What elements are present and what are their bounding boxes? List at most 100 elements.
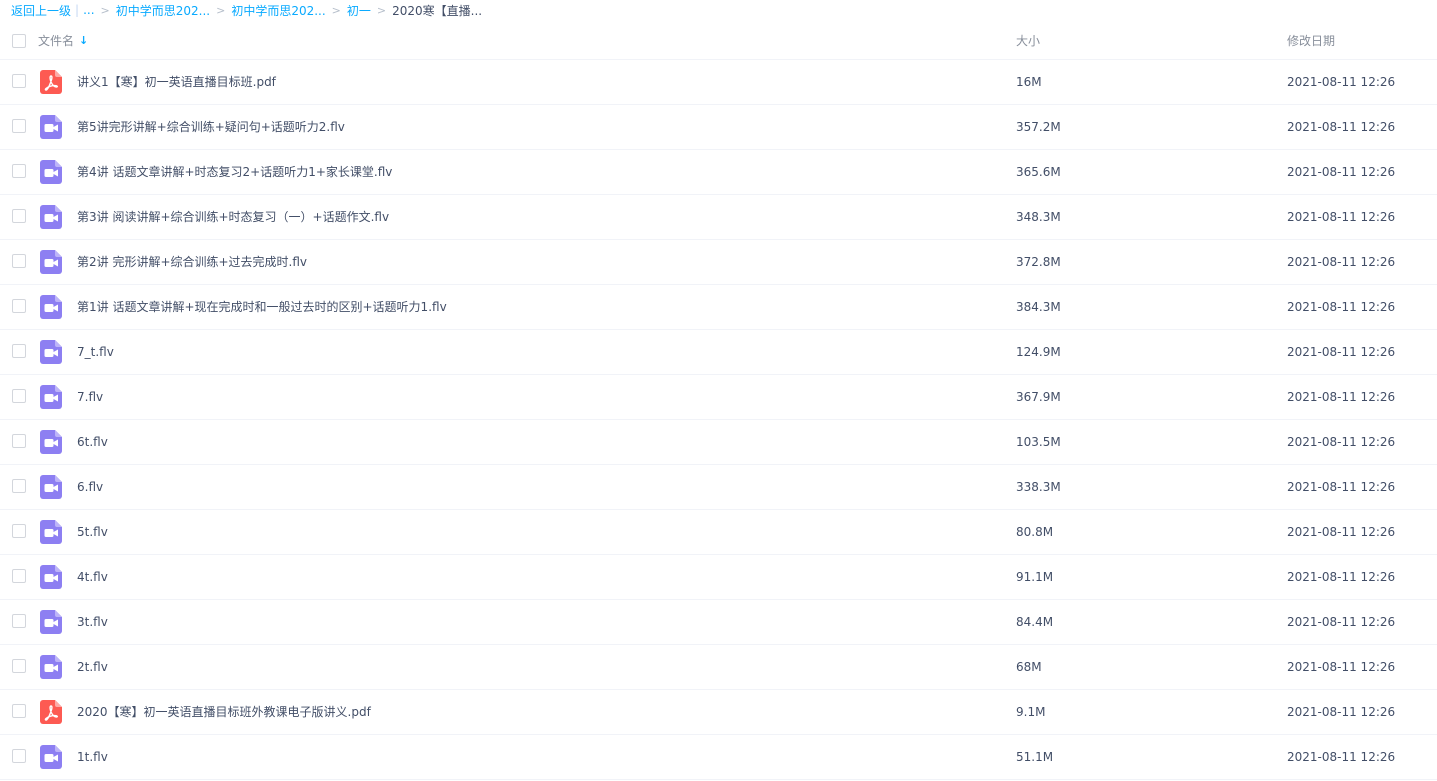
chevron-right-icon: > bbox=[331, 3, 341, 17]
file-name[interactable]: 第4讲 话题文章讲解+时态复习2+话题听力1+家长课堂.flv bbox=[77, 150, 392, 195]
row-checkbox[interactable] bbox=[12, 299, 26, 313]
file-name[interactable]: 6.flv bbox=[77, 465, 103, 510]
row-checkbox[interactable] bbox=[12, 659, 26, 673]
row-checkbox[interactable] bbox=[12, 389, 26, 403]
row-checkbox[interactable] bbox=[12, 749, 26, 763]
file-date: 2021-08-11 12:26 bbox=[1287, 705, 1396, 719]
video-icon bbox=[40, 520, 62, 544]
video-icon bbox=[40, 745, 62, 769]
file-name[interactable]: 4t.flv bbox=[77, 555, 108, 600]
file-row[interactable]: 6.flv 338.3M 2021-08-11 12:26 bbox=[0, 465, 1437, 510]
row-checkbox[interactable] bbox=[12, 524, 26, 538]
file-date: 2021-08-11 12:26 bbox=[1287, 435, 1396, 449]
video-icon bbox=[40, 565, 62, 589]
row-checkbox[interactable] bbox=[12, 569, 26, 583]
file-size: 372.8M bbox=[1016, 255, 1061, 269]
pdf-icon bbox=[40, 700, 62, 724]
file-row[interactable]: 第3讲 阅读讲解+综合训练+时态复习（一）+话题作文.flv 348.3M 2021… bbox=[0, 195, 1437, 240]
row-checkbox[interactable] bbox=[12, 164, 26, 178]
file-date: 2021-08-11 12:26 bbox=[1287, 750, 1396, 764]
file-size: 91.1M bbox=[1016, 570, 1054, 584]
column-header-date-label: 修改日期 bbox=[1287, 33, 1336, 48]
file-row[interactable]: 第4讲 话题文章讲解+时态复习2+话题听力1+家长课堂.flv 365.6M 202… bbox=[0, 150, 1437, 195]
row-checkbox[interactable] bbox=[12, 254, 26, 268]
video-icon bbox=[40, 475, 62, 499]
file-row[interactable]: 3t.flv 84.4M 2021-08-11 12:26 bbox=[0, 600, 1437, 645]
file-row[interactable]: 1t.flv 51.1M 2021-08-11 12:26 bbox=[0, 735, 1437, 780]
breadcrumb-item[interactable]: 初中学而思202... bbox=[231, 2, 325, 19]
row-checkbox[interactable] bbox=[12, 704, 26, 718]
file-browser: 返回上一级 | ... > 初中学而思202... > 初中学而思202... … bbox=[0, 0, 1437, 781]
file-date: 2021-08-11 12:26 bbox=[1287, 255, 1396, 269]
row-checkbox[interactable] bbox=[12, 479, 26, 493]
row-checkbox[interactable] bbox=[12, 209, 26, 223]
breadcrumb-divider: | bbox=[75, 3, 80, 17]
file-row[interactable]: 4t.flv 91.1M 2021-08-11 12:26 bbox=[0, 555, 1437, 600]
video-icon bbox=[40, 160, 62, 184]
row-checkbox[interactable] bbox=[12, 74, 26, 88]
column-header-date[interactable]: 修改日期 bbox=[1287, 20, 1335, 60]
file-name[interactable]: 2t.flv bbox=[77, 645, 108, 690]
video-icon bbox=[40, 340, 62, 364]
file-name[interactable]: 第2讲 完形讲解+综合训练+过去完成时.flv bbox=[77, 240, 307, 285]
file-date: 2021-08-11 12:26 bbox=[1287, 300, 1396, 314]
video-icon bbox=[40, 655, 62, 679]
file-name[interactable]: 第1讲 话题文章讲解+现在完成时和一般过去时的区别+话题听力1.flv bbox=[77, 285, 447, 330]
file-name[interactable]: 7.flv bbox=[77, 375, 103, 420]
file-date: 2021-08-11 12:26 bbox=[1287, 345, 1396, 359]
file-size: 338.3M bbox=[1016, 480, 1061, 494]
video-icon bbox=[40, 430, 62, 454]
file-row[interactable]: 第1讲 话题文章讲解+现在完成时和一般过去时的区别+话题听力1.flv 384.3… bbox=[0, 285, 1437, 330]
breadcrumb-item[interactable]: 初一 bbox=[347, 2, 371, 19]
video-icon bbox=[40, 205, 62, 229]
file-name[interactable]: 6t.flv bbox=[77, 420, 108, 465]
file-row[interactable]: 7_t.flv 124.9M 2021-08-11 12:26 bbox=[0, 330, 1437, 375]
file-size: 348.3M bbox=[1016, 210, 1061, 224]
file-name[interactable]: 1t.flv bbox=[77, 735, 108, 780]
file-name[interactable]: 第5讲完形讲解+综合训练+疑问句+话题听力2.flv bbox=[77, 105, 345, 150]
file-name[interactable]: 5t.flv bbox=[77, 510, 108, 555]
sort-arrow-down-icon: ↓ bbox=[79, 33, 89, 47]
file-name[interactable]: 3t.flv bbox=[77, 600, 108, 645]
file-row[interactable]: 6t.flv 103.5M 2021-08-11 12:26 bbox=[0, 420, 1437, 465]
file-date: 2021-08-11 12:26 bbox=[1287, 120, 1396, 134]
file-date: 2021-08-11 12:26 bbox=[1287, 525, 1396, 539]
file-row[interactable]: 2t.flv 68M 2021-08-11 12:26 bbox=[0, 645, 1437, 690]
pdf-icon bbox=[40, 70, 62, 94]
file-date: 2021-08-11 12:26 bbox=[1287, 570, 1396, 584]
file-name[interactable]: 7_t.flv bbox=[77, 330, 114, 375]
chevron-right-icon: > bbox=[216, 3, 226, 17]
file-size: 384.3M bbox=[1016, 300, 1061, 314]
file-date: 2021-08-11 12:26 bbox=[1287, 390, 1396, 404]
column-header-size[interactable]: 大小 bbox=[1016, 20, 1040, 60]
video-icon bbox=[40, 295, 62, 319]
file-row[interactable]: 2020【寒】初一英语直播目标班外教课电子版讲义.pdf 9.1M 2021-08-… bbox=[0, 690, 1437, 735]
breadcrumb-item[interactable]: 初中学而思202... bbox=[116, 2, 210, 19]
file-size: 124.9M bbox=[1016, 345, 1061, 359]
file-size: 80.8M bbox=[1016, 525, 1054, 539]
file-name[interactable]: 第3讲 阅读讲解+综合训练+时态复习（一）+话题作文.flv bbox=[77, 195, 389, 240]
column-header-name[interactable]: 文件名 ↓ bbox=[38, 20, 88, 60]
file-name[interactable]: 2020【寒】初一英语直播目标班外教课电子版讲义.pdf bbox=[77, 690, 371, 735]
file-row[interactable]: 5t.flv 80.8M 2021-08-11 12:26 bbox=[0, 510, 1437, 555]
file-name[interactable]: 讲义1【寒】初一英语直播目标班.pdf bbox=[77, 60, 276, 105]
file-row[interactable]: 讲义1【寒】初一英语直播目标班.pdf 16M 2021-08-11 12:26 bbox=[0, 60, 1437, 105]
video-icon bbox=[40, 115, 62, 139]
file-row[interactable]: 7.flv 367.9M 2021-08-11 12:26 bbox=[0, 375, 1437, 420]
row-checkbox[interactable] bbox=[12, 344, 26, 358]
file-size: 84.4M bbox=[1016, 615, 1054, 629]
breadcrumb-ellipsis[interactable]: ... bbox=[83, 3, 94, 17]
file-row[interactable]: 第2讲 完形讲解+综合训练+过去完成时.flv 372.8M 2021-08-11 … bbox=[0, 240, 1437, 285]
file-date: 2021-08-11 12:26 bbox=[1287, 480, 1396, 494]
chevron-right-icon: > bbox=[100, 3, 110, 17]
row-checkbox[interactable] bbox=[12, 434, 26, 448]
file-row[interactable]: 第5讲完形讲解+综合训练+疑问句+话题听力2.flv 357.2M 2021-08-… bbox=[0, 105, 1437, 150]
back-link[interactable]: 返回上一级 bbox=[11, 2, 71, 19]
file-size: 103.5M bbox=[1016, 435, 1061, 449]
column-header-name-label: 文件名 bbox=[38, 33, 75, 48]
row-checkbox[interactable] bbox=[12, 614, 26, 628]
file-size: 367.9M bbox=[1016, 390, 1061, 404]
row-checkbox[interactable] bbox=[12, 119, 26, 133]
select-all-checkbox[interactable] bbox=[12, 34, 26, 48]
column-header-size-label: 大小 bbox=[1016, 33, 1041, 48]
